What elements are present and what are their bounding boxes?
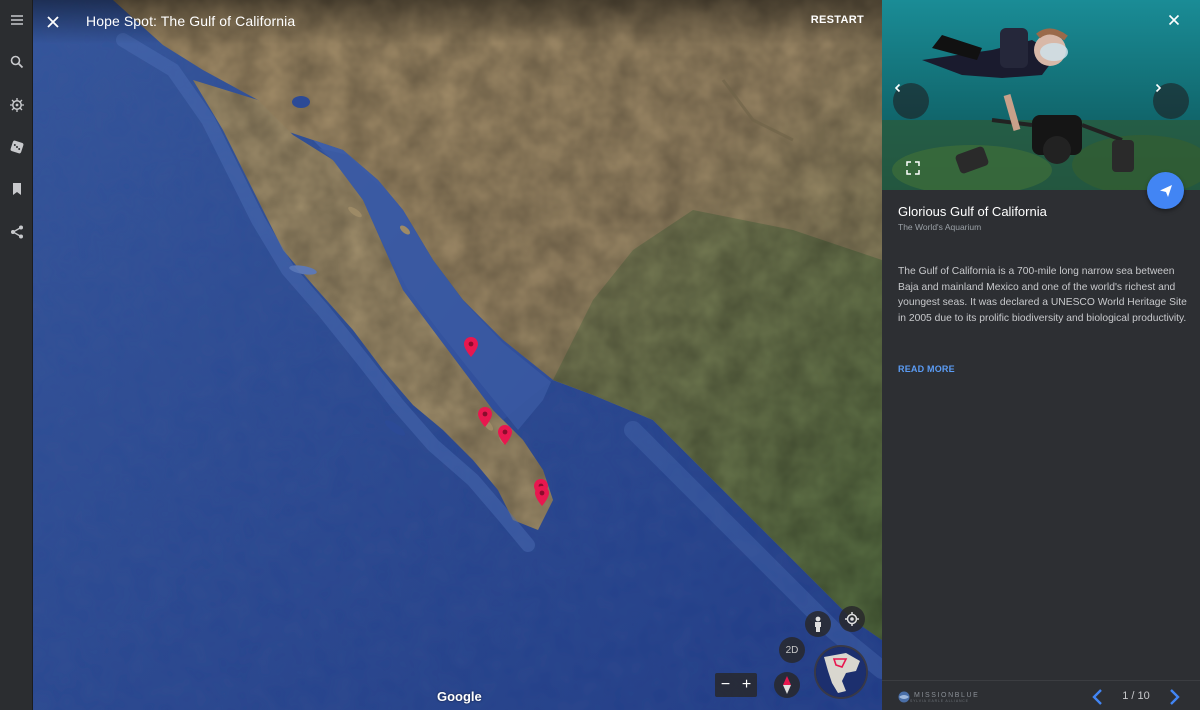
menu-icon [10,15,23,25]
google-attribution: Google [437,689,482,704]
card-description: The Gulf of California is a 700-mile lon… [898,266,1187,324]
my-location-icon [845,612,859,626]
my-location-button[interactable] [839,606,865,632]
compass-icon [783,676,791,694]
slide-counter: 1 / 10 [1122,690,1150,702]
satellite-map[interactable]: Hope Spot: The Gulf of California RESTAR… [33,0,882,710]
voyager-button[interactable] [0,88,33,122]
share-button[interactable] [0,215,33,249]
restart-button[interactable]: RESTART [811,14,864,26]
next-slide-button[interactable] [1166,688,1182,706]
chevron-right-icon [1155,83,1162,93]
card-close-button[interactable] [1168,14,1186,32]
mission-blue-subtext: SYLVIA EARLE ALLIANCE [910,698,969,703]
tour-title: Hope Spot: The Gulf of California [86,13,296,29]
pegman-icon [815,616,821,632]
search-icon [10,55,23,69]
menu-button[interactable] [0,3,33,37]
globe-icon [816,647,866,697]
card-footer: MISSIONBLUE SYLVIA EARLE ALLIANCE 1 / 10 [882,680,1200,710]
card-photo [882,0,1200,190]
close-icon [1168,14,1180,26]
chevron-right-icon [1170,689,1180,705]
zoom-out-button[interactable]: − [715,673,736,697]
mission-blue-text: MISSIONBLUE [914,691,980,699]
card-subtitle: The World's Aquarium [898,222,982,232]
globe-overview[interactable] [814,645,868,699]
feeling-lucky-button[interactable] [0,130,33,164]
fullscreen-button[interactable] [906,161,920,175]
voyager-wheel-icon [9,98,24,112]
map-pin[interactable] [464,337,478,357]
photo-prev-button[interactable] [893,83,929,119]
exit-tour-button[interactable] [41,10,65,34]
fullscreen-icon [906,161,920,175]
knowledge-card: Glorious Gulf of California The World's … [882,0,1200,710]
left-rail [0,0,33,710]
compass-button[interactable] [774,672,800,698]
location-pin-icon [464,337,478,357]
zoom-in-button[interactable]: + [736,673,757,697]
read-more-link[interactable]: READ MORE [898,364,955,374]
my-places-button[interactable] [0,172,33,206]
map-terrain [33,0,882,710]
map-pin[interactable] [535,486,549,506]
share-icon [10,225,23,239]
location-pin-icon [498,425,512,445]
search-button[interactable] [0,45,33,79]
share-fab-button[interactable] [1147,172,1184,209]
diver-photo [882,0,1200,190]
mission-blue-logo: MISSIONBLUE SYLVIA EARLE ALLIANCE [898,691,979,703]
bookmark-icon [12,183,21,195]
pegman-button[interactable] [805,611,831,637]
mission-blue-logo-icon [898,691,910,703]
close-icon [47,16,59,28]
previous-slide-button[interactable] [1090,688,1106,706]
map-pin[interactable] [478,407,492,427]
chevron-left-icon [894,83,901,93]
card-title: Glorious Gulf of California [898,204,1047,219]
map-pin[interactable] [498,425,512,445]
dice-icon [10,140,23,154]
earth-app: Hope Spot: The Gulf of California RESTAR… [0,0,1200,710]
photo-next-button[interactable] [1153,83,1189,119]
chevron-left-icon [1092,689,1102,705]
zoom-control: − + [715,673,757,697]
location-pin-icon [535,486,549,506]
location-pin-icon [478,407,492,427]
send-icon [1159,184,1172,197]
view-2d-toggle[interactable]: 2D [779,637,805,663]
